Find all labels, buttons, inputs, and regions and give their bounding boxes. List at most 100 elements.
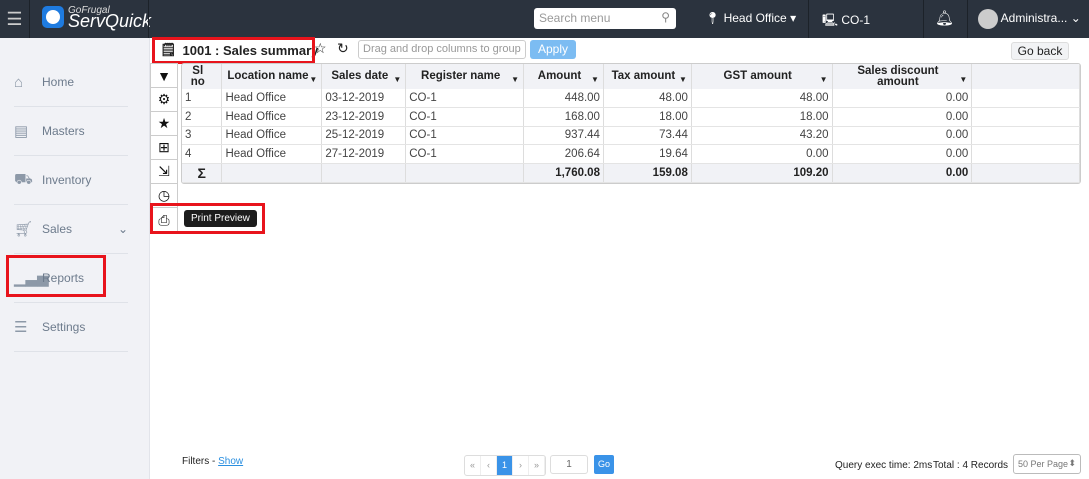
highlight-print: [150, 203, 265, 234]
show-filters-link[interactable]: Show: [218, 456, 243, 467]
table-cell: 448.00: [523, 89, 604, 108]
table-cell: 25-12-2019: [321, 126, 407, 145]
table-cell: 27-12-2019: [321, 144, 407, 164]
sidebar-item-sales[interactable]: 🛒︎ Sales ⌄: [14, 205, 128, 254]
go-button[interactable]: Go: [594, 455, 614, 474]
column-label: Register name: [421, 70, 501, 82]
sort-dropdown-icon[interactable]: ▼: [959, 74, 967, 85]
column-header[interactable]: Register name ▼: [405, 64, 525, 89]
column-header[interactable]: Tax amount ▼: [603, 64, 692, 89]
avatar: [978, 9, 998, 29]
table-cell: 43.20: [691, 126, 833, 145]
first-page-button[interactable]: «: [465, 456, 481, 475]
clock-logo-icon: [42, 6, 64, 28]
sidebar-item-masters[interactable]: ▤ Masters: [14, 107, 128, 156]
table-row[interactable]: 2 Head Office 23-12-2019 CO-1 168.00 18.00 18.…: [182, 107, 1080, 127]
register-selector[interactable]: 🖳 CO-1: [822, 11, 870, 32]
column-label: Sl no: [190, 64, 205, 88]
menu-icon[interactable]: ☰: [0, 0, 30, 38]
per-page-select[interactable]: 50 Per Page ⬍: [1013, 454, 1081, 474]
nav-label: Masters: [42, 124, 85, 138]
star-outline-icon[interactable]: ☆: [314, 40, 327, 57]
gear-icon[interactable]: ⚙: [151, 88, 177, 112]
table-cell: Head Office: [221, 89, 323, 108]
prev-page-button[interactable]: ‹: [481, 456, 497, 475]
table-cell: 168.00: [523, 107, 604, 127]
empty-cell: [405, 163, 525, 183]
refresh-icon[interactable]: ↻: [337, 40, 349, 57]
column-header[interactable]: Sl no: [182, 64, 223, 89]
empty-header: [971, 64, 1080, 89]
masters-icon: ▤: [14, 123, 29, 140]
logo[interactable]: GoFrugal ServQuick: [42, 5, 151, 30]
column-label: Amount: [537, 70, 582, 82]
query-time: Query exec time: 2ms: [835, 460, 933, 471]
current-page-button[interactable]: 1: [497, 456, 513, 475]
column-header[interactable]: Sales discount amount ▼: [832, 64, 973, 89]
location-dropdown[interactable]: 📍︎ Head Office ▾: [705, 11, 796, 25]
next-page-button[interactable]: ›: [513, 456, 529, 475]
sort-dropdown-icon[interactable]: ▼: [309, 74, 317, 85]
inventory-icon: ⛟: [14, 170, 33, 188]
table-cell: 48.00: [603, 89, 692, 108]
nav-label: Settings: [42, 320, 86, 334]
page-number-input[interactable]: 1: [550, 455, 588, 474]
column-label: Sales date: [331, 70, 389, 82]
sidebar-item-inventory[interactable]: ⛟ Inventory: [14, 156, 128, 205]
column-header[interactable]: Amount ▼: [523, 64, 604, 89]
column-header[interactable]: Location name ▼: [221, 64, 323, 89]
export-icon[interactable]: ⇲: [151, 160, 177, 184]
table-cell: Head Office: [221, 107, 323, 127]
table-cell: 23-12-2019: [321, 107, 407, 127]
report-grid: Sl no Location name ▼ Sales date ▼ Register n…: [181, 63, 1081, 184]
sidebar-item-home[interactable]: ⌂ Home: [14, 58, 128, 107]
sort-dropdown-icon[interactable]: ▼: [511, 74, 519, 85]
table-cell: 2: [182, 107, 223, 127]
table-cell: Head Office: [221, 144, 323, 164]
last-page-button[interactable]: »: [529, 456, 545, 475]
table-cell: 0.00: [832, 107, 973, 127]
sort-dropdown-icon[interactable]: ▼: [393, 74, 401, 85]
location-label: Head Office: [723, 11, 787, 25]
search-icon[interactable]: ⚲: [661, 10, 670, 24]
group-by-input[interactable]: Drag and drop columns to group: [358, 40, 526, 59]
filter-icon[interactable]: ▼: [151, 64, 177, 88]
pivot-icon[interactable]: ⊞: [151, 136, 177, 160]
filters-text: Filters -: [182, 456, 219, 467]
column-header[interactable]: Sales date ▼: [321, 64, 407, 89]
computer-icon: 🖳: [822, 13, 839, 27]
user-menu[interactable]: Administra... ⌄: [978, 9, 1081, 29]
table-row[interactable]: 1 Head Office 03-12-2019 CO-1 448.00 48.00 48.…: [182, 89, 1080, 108]
table-cell: 1: [182, 89, 223, 108]
empty-cell: [321, 163, 407, 183]
highlight-reports: [6, 255, 106, 297]
apply-button[interactable]: Apply: [530, 40, 576, 59]
nav-label: Inventory: [42, 173, 92, 187]
nav-label: Sales: [42, 222, 73, 236]
table-row[interactable]: 4 Head Office 27-12-2019 CO-1 206.64 19.64 0.0…: [182, 144, 1080, 164]
table-cell: 03-12-2019: [321, 89, 407, 108]
total-cell: 1,760.08: [523, 163, 604, 183]
search-placeholder: Search menu: [539, 11, 611, 25]
location-pin-icon: 📍︎: [705, 11, 721, 25]
filters-label: Filters - Show: [182, 456, 243, 467]
sort-dropdown-icon[interactable]: ▼: [679, 74, 687, 85]
star-icon[interactable]: ★: [151, 112, 177, 136]
search-input[interactable]: Search menu ⚲: [534, 8, 676, 29]
sort-dropdown-icon[interactable]: ▼: [591, 74, 599, 85]
table-row[interactable]: 3 Head Office 25-12-2019 CO-1 937.44 73.44 43.…: [182, 126, 1080, 145]
sidebar-item-settings[interactable]: ☰ Settings: [14, 303, 128, 352]
column-header[interactable]: GST amount ▼: [691, 64, 833, 89]
empty-cell: [221, 163, 323, 183]
table-cell: 19.64: [603, 144, 692, 164]
sort-dropdown-icon[interactable]: ▼: [820, 74, 828, 85]
table-cell: 18.00: [603, 107, 692, 127]
bell-icon[interactable]: 🔔︎: [935, 9, 954, 27]
empty-cell: [971, 163, 1080, 183]
chevron-down-icon: ⌄: [117, 222, 128, 236]
table-cell: 48.00: [691, 89, 833, 108]
go-back-button[interactable]: Go back: [1011, 42, 1069, 60]
total-cell: 0.00: [832, 163, 973, 183]
table-cell: Head Office: [221, 126, 323, 145]
column-label: Location name: [227, 70, 309, 82]
